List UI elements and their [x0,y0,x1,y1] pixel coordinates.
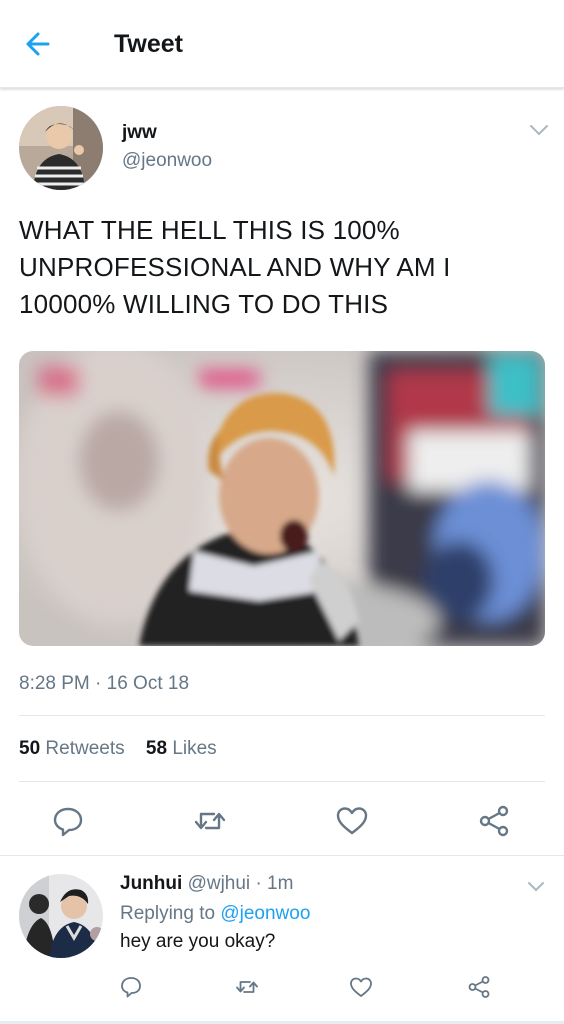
reply-icon [53,807,83,837]
author-name[interactable]: jww [122,122,157,144]
tweet-text: WHAT THE HELL THIS IS 100% UNPROFESSIONA… [19,215,451,319]
tweet-image[interactable] [19,351,545,646]
replying-to: Replying to @jeonwoo [120,903,310,925]
tweet-stats: 50 Retweets 58 Likes [19,738,233,760]
tweet-menu-button[interactable] [528,122,550,138]
share-button[interactable] [476,803,512,839]
reply-icon [121,977,141,998]
tweet-timestamp: 8:28 PM · 16 Oct 18 [19,673,190,694]
reply-share-button[interactable] [466,974,492,1000]
retweets-label: Retweets [45,738,125,759]
retweet-icon [236,981,258,993]
reply-author-handle[interactable]: @wjhui [188,873,251,894]
divider [19,715,545,716]
retweets-stat[interactable]: 50 Retweets [19,738,125,760]
replying-to-handle[interactable]: @jeonwoo [220,903,310,924]
divider [19,781,545,782]
author-handle[interactable]: @jeonwoo [122,150,212,172]
reply-tweet[interactable]: Junhui @wjhui · 1m Replying to @jeonwoo … [0,856,564,1024]
share-icon [479,805,509,837]
likes-stat[interactable]: 58 Likes [146,738,217,760]
tweet-actions [0,795,564,843]
page-title: Tweet [114,30,183,58]
retweet-icon [194,812,226,830]
reply-author-avatar[interactable] [19,874,103,958]
heart-icon [336,807,368,835]
back-button[interactable] [22,28,62,60]
replying-to-label: Replying to [120,903,216,924]
reply-menu-button[interactable] [526,880,546,894]
likes-label: Likes [172,738,217,759]
reply-reply-button[interactable] [118,974,144,1000]
reply-text: hey are you okay? [120,931,276,952]
likes-count: 58 [145,738,168,759]
reply-like-button[interactable] [348,974,374,1000]
chevron-down-icon [528,882,544,892]
reply-button[interactable] [50,803,86,839]
retweet-button[interactable] [192,803,228,839]
reply-retweet-button[interactable] [234,974,260,1000]
heart-icon [350,977,372,997]
reply-separator: · [255,873,262,894]
share-icon [468,976,490,998]
retweets-count: 50 [19,738,41,759]
author-avatar[interactable] [19,106,103,190]
reply-header: Junhui @wjhui · 1m [120,873,293,895]
reply-author-name[interactable]: Junhui [120,873,182,894]
arrow-left-icon [26,32,50,56]
like-button[interactable] [334,803,370,839]
top-app-bar: Tweet [0,0,564,88]
chevron-down-icon [530,125,548,136]
reply-time: 1m [267,873,294,894]
